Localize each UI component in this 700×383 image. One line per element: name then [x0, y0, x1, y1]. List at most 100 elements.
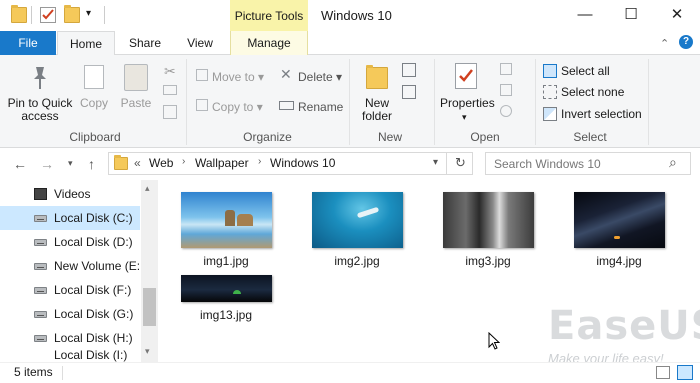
nav-scrollbar[interactable]: ▴ ▾ [141, 180, 158, 362]
mouse-cursor-icon [488, 331, 501, 353]
thumbnail[interactable] [443, 192, 534, 248]
new-item-icon[interactable] [402, 63, 416, 77]
nav-item-label: Local Disk (I:) [54, 350, 128, 362]
new-folder-icon [366, 65, 388, 89]
search-input[interactable]: Search Windows 10 ⌕ [485, 152, 691, 175]
thumbnail[interactable] [181, 275, 272, 302]
breadcrumb-web[interactable]: Web [149, 156, 173, 170]
delete-icon: ✕ [280, 66, 292, 82]
properties-button[interactable]: Properties [440, 97, 495, 110]
drive-icon [34, 335, 47, 342]
divider [104, 6, 105, 24]
chevron-down-icon[interactable]: ▾ [433, 157, 438, 168]
up-arrow-icon[interactable]: ↑ [88, 156, 95, 172]
properties-icon [455, 63, 477, 89]
nav-item-label: Local Disk (G:) [54, 307, 134, 321]
thumbnail[interactable] [312, 192, 403, 248]
select-all-button[interactable]: Select all [561, 64, 610, 78]
customize-quick-access-icon[interactable]: ▾ [86, 8, 91, 19]
drive-icon [34, 215, 47, 222]
copy-to-button[interactable]: Copy to ▾ [212, 100, 263, 114]
rename-button[interactable]: Rename [298, 100, 343, 114]
file-name[interactable]: img1.jpg [171, 254, 281, 268]
large-icons-view-icon[interactable] [677, 365, 693, 380]
history-icon[interactable] [500, 105, 512, 117]
tab-view[interactable]: View [180, 31, 220, 55]
picture-tools-label: Picture Tools [230, 0, 308, 31]
easy-access-icon[interactable] [402, 85, 416, 99]
breadcrumb-windows-10[interactable]: Windows 10 [270, 156, 335, 170]
open-group-label: Open [470, 130, 500, 144]
tab-manage[interactable]: Manage [231, 31, 307, 55]
new-group-label: New [377, 130, 402, 144]
paste-icon [124, 64, 148, 91]
file-name[interactable]: img13.jpg [171, 308, 281, 322]
select-none-button[interactable]: Select none [561, 85, 624, 99]
file-name[interactable]: img4.jpg [564, 254, 674, 268]
open-icon[interactable] [500, 63, 512, 75]
delete-button[interactable]: Delete ▾ [298, 70, 342, 84]
search-icon[interactable]: ⌕ [669, 154, 677, 171]
nav-item-local-disk-d[interactable]: Local Disk (D:) [0, 230, 140, 254]
paste-shortcut-icon[interactable] [163, 105, 177, 119]
copy-icon [84, 65, 104, 89]
maximize-button[interactable]: ☐ [608, 0, 654, 31]
back-arrow-icon[interactable]: ← [13, 156, 27, 172]
scroll-down-icon[interactable]: ▾ [145, 346, 150, 357]
divider [446, 153, 447, 174]
edit-icon[interactable] [500, 84, 512, 96]
file-name[interactable]: img3.jpg [433, 254, 543, 268]
copy-path-icon[interactable] [163, 85, 177, 95]
invert-selection-button[interactable]: Invert selection [561, 107, 642, 121]
thumbnail[interactable] [181, 192, 272, 248]
nav-item-local-disk-c[interactable]: Local Disk (C:) [0, 206, 140, 230]
refresh-icon[interactable]: ↻ [455, 155, 466, 171]
scroll-up-icon[interactable]: ▴ [145, 183, 150, 194]
tab-file[interactable]: File [0, 31, 56, 55]
nav-item-local-disk-h[interactable]: Local Disk (H:) [0, 326, 140, 350]
status-bar: 5 items [0, 362, 700, 383]
address-bar[interactable]: « Web › Wallpaper › Windows 10 ▾ ↻ [108, 152, 473, 175]
details-view-icon[interactable] [656, 366, 670, 379]
properties-icon[interactable] [40, 7, 56, 23]
tab-share[interactable]: Share [123, 31, 167, 55]
delete-label: Delete [298, 70, 333, 84]
nav-item-local-disk-f[interactable]: Local Disk (F:) [0, 278, 140, 302]
folder-icon [114, 155, 128, 170]
nav-item-local-disk-i[interactable]: Local Disk (I:) [0, 350, 140, 362]
new-folder-button[interactable]: New folder [355, 97, 399, 123]
minimize-button[interactable]: — [562, 0, 608, 31]
file-name[interactable]: img2.jpg [302, 254, 412, 268]
close-button[interactable]: ✕ [654, 0, 700, 31]
nav-item-local-disk-g[interactable]: Local Disk (G:) [0, 302, 140, 326]
paste-button[interactable]: Paste [118, 97, 154, 110]
tab-home[interactable]: Home [57, 31, 115, 56]
collapse-ribbon-icon[interactable]: ⌃ [660, 37, 669, 50]
pin-to-quick-access-button[interactable]: Pin to Quick access [4, 97, 76, 123]
chevron-down-icon[interactable]: ▾ [462, 112, 467, 123]
move-to-button[interactable]: Move to ▾ [212, 70, 264, 84]
item-count: 5 items [14, 365, 53, 379]
drive-icon [34, 287, 47, 294]
forward-arrow-icon[interactable]: → [40, 156, 54, 172]
folder-icon [11, 5, 27, 23]
nav-item-new-volume-e[interactable]: New Volume (E:) [0, 254, 140, 278]
nav-item-label: Local Disk (D:) [54, 235, 133, 249]
chevron-right-icon[interactable]: › [258, 156, 261, 167]
copy-to-icon [196, 99, 208, 111]
help-icon[interactable]: ? [679, 35, 693, 49]
breadcrumb-overflow[interactable]: « [134, 156, 141, 170]
select-none-icon [543, 85, 557, 99]
cut-icon[interactable]: ✂ [164, 63, 176, 80]
pin-icon [30, 65, 50, 91]
divider [186, 59, 187, 145]
nav-item-videos[interactable]: Videos [0, 182, 140, 206]
breadcrumb-wallpaper[interactable]: Wallpaper [195, 156, 249, 170]
scroll-thumb[interactable] [143, 288, 156, 326]
new-folder-icon[interactable] [64, 5, 80, 23]
recent-locations-icon[interactable]: ▾ [68, 158, 73, 169]
chevron-right-icon[interactable]: › [182, 156, 185, 167]
copy-button[interactable]: Copy [76, 97, 112, 110]
thumbnail[interactable] [574, 192, 665, 248]
move-to-label: Move to [212, 70, 255, 84]
